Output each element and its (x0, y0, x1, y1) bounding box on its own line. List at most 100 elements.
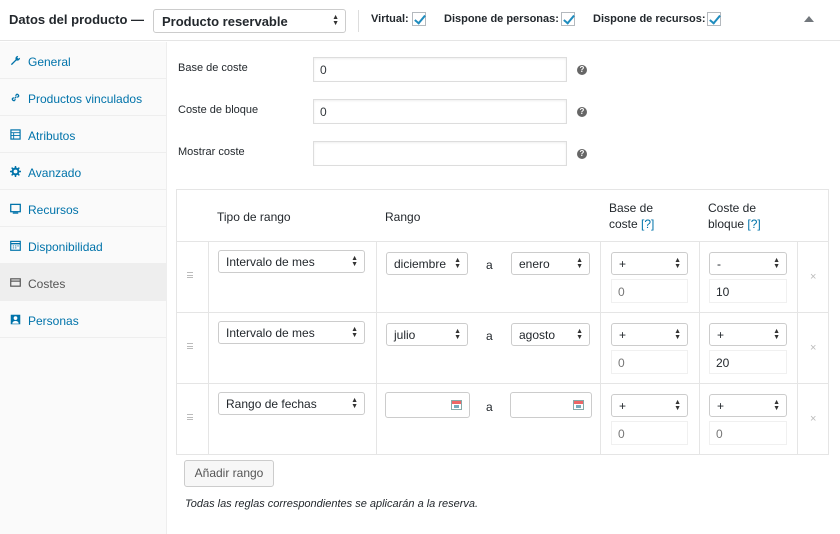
range-from-date-input[interactable] (385, 392, 470, 418)
display-cost-input[interactable] (313, 141, 567, 166)
block-op-value: + (717, 328, 725, 342)
column-divider (797, 384, 798, 455)
tab-label: Disponibilidad (28, 240, 103, 254)
select-arrows-icon: ▲ ▼ (351, 254, 358, 268)
base-op-select[interactable]: + ▲ ▼ (611, 394, 688, 417)
range-type-select[interactable]: Intervalo de mes ▲ ▼ (218, 321, 365, 344)
monitor-icon (10, 203, 21, 214)
col-header-base: Base de coste [?] (609, 200, 654, 232)
range-to-date-input[interactable] (510, 392, 592, 418)
block-cost-value-input[interactable]: 20 (709, 350, 787, 374)
range-from-value: diciembre (394, 257, 447, 271)
table-row: Intervalo de mes ▲ ▼ julio ▲ ▼ a agosto ▲ ▼ + ▲… (177, 312, 828, 384)
range-to-value: enero (519, 257, 550, 271)
product-type-value: Producto reservable (162, 14, 288, 29)
column-divider (208, 242, 209, 313)
block-cost-value-input[interactable]: 10 (709, 279, 787, 303)
range-separator: a (486, 400, 493, 414)
column-divider (600, 384, 601, 455)
tab-label: Personas (28, 314, 79, 328)
range-from-select[interactable]: julio ▲ ▼ (386, 323, 468, 346)
block-op-select[interactable]: + ▲ ▼ (709, 394, 787, 417)
header-line: Coste de (708, 201, 757, 215)
help-icon[interactable]: ? (577, 65, 587, 75)
remove-row-icon[interactable]: × (810, 342, 816, 354)
drag-handle-icon[interactable] (187, 272, 193, 278)
add-range-button[interactable]: Añadir rango (184, 460, 274, 487)
display-cost-label: Mostrar coste (178, 146, 245, 158)
block-op-select[interactable]: + ▲ ▼ (709, 323, 787, 346)
help-link[interactable]: [?] (747, 217, 760, 231)
help-link[interactable]: [?] (641, 217, 654, 231)
range-separator: a (486, 258, 493, 272)
drag-handle-icon[interactable] (187, 414, 193, 420)
header-line-with-help: coste [?] (609, 216, 654, 232)
range-type-value: Intervalo de mes (226, 326, 315, 340)
base-cost-input[interactable]: 0 (313, 57, 567, 82)
block-cost-input[interactable]: 0 (313, 99, 567, 124)
remove-row-icon[interactable]: × (810, 271, 816, 283)
base-cost-value-input[interactable]: 0 (611, 421, 688, 445)
col-header-bloque: Coste de bloque [?] (708, 200, 761, 232)
collapse-toggle-icon[interactable] (804, 16, 814, 22)
select-arrows-icon: ▲ ▼ (576, 327, 583, 341)
block-cost-value-input[interactable]: 0 (709, 421, 787, 445)
range-to-select[interactable]: agosto ▲ ▼ (511, 323, 590, 346)
base-op-select[interactable]: + ▲ ▼ (611, 323, 688, 346)
personas-checkbox[interactable] (561, 12, 575, 26)
help-icon[interactable]: ? (577, 149, 587, 159)
header-line: bloque (708, 217, 745, 231)
column-divider (797, 313, 798, 384)
table-row: Intervalo de mes ▲ ▼ diciembre ▲ ▼ a enero ▲ ▼… (177, 241, 828, 313)
remove-row-icon[interactable]: × (810, 413, 816, 425)
tab-label: Recursos (28, 203, 79, 217)
block-op-value: + (717, 399, 725, 413)
range-type-value: Intervalo de mes (226, 255, 315, 269)
select-arrows-icon: ▲ ▼ (773, 256, 780, 270)
gear-icon (10, 166, 21, 177)
range-from-select[interactable]: diciembre ▲ ▼ (386, 252, 468, 275)
tab-personas[interactable]: Personas (0, 301, 167, 338)
column-divider (600, 313, 601, 384)
range-to-select[interactable]: enero ▲ ▼ (511, 252, 590, 275)
column-divider (699, 384, 700, 455)
column-divider (376, 384, 377, 455)
base-cost-value-input[interactable]: 0 (611, 350, 688, 374)
calendar-icon (10, 240, 21, 251)
tab-label: Avanzado (28, 166, 82, 180)
tab-costes[interactable]: Costes (0, 264, 167, 301)
column-divider (208, 313, 209, 384)
tab-disponibilidad[interactable]: Disponibilidad (0, 227, 167, 264)
block-op-select[interactable]: - ▲ ▼ (709, 252, 787, 275)
base-cost-label: Base de coste (178, 62, 248, 74)
base-op-select[interactable]: + ▲ ▼ (611, 252, 688, 275)
select-arrows-icon: ▲ ▼ (674, 398, 681, 412)
rules-note: Todas las reglas correspondientes se apl… (185, 498, 479, 510)
tab-label: General (28, 55, 71, 69)
select-arrows-icon: ▲ ▼ (773, 327, 780, 341)
virtual-checkbox[interactable] (412, 12, 426, 26)
product-data-header: Datos del producto — Producto reservable… (0, 0, 840, 41)
column-divider (797, 242, 798, 313)
base-cost-value-input[interactable]: 0 (611, 279, 688, 303)
tab-general[interactable]: General (0, 42, 167, 79)
help-icon[interactable]: ? (577, 107, 587, 117)
tab-atributos[interactable]: Atributos (0, 116, 167, 153)
block-op-value: - (717, 257, 721, 271)
cost-ranges-table: Tipo de rango Rango Base de coste [?] Co… (176, 189, 829, 455)
card-icon (10, 278, 21, 287)
product-type-select[interactable]: Producto reservable ▲ ▼ (153, 9, 346, 33)
person-icon (10, 314, 21, 325)
range-type-value: Rango de fechas (226, 397, 317, 411)
tab-recursos[interactable]: Recursos (0, 190, 167, 227)
range-type-select[interactable]: Rango de fechas ▲ ▼ (218, 392, 365, 415)
drag-handle-icon[interactable] (187, 343, 193, 349)
select-arrows-icon: ▲ ▼ (454, 327, 461, 341)
tab-avanzado[interactable]: Avanzado (0, 153, 167, 190)
range-to-value: agosto (519, 328, 556, 342)
table-row: Rango de fechas ▲ ▼ a + ▲ ▼ 0 + ▲ ▼ 0 × (177, 383, 828, 455)
recursos-checkbox[interactable] (707, 12, 721, 26)
range-type-select[interactable]: Intervalo de mes ▲ ▼ (218, 250, 365, 273)
tab-productos-vinculados[interactable]: Productos vinculados (0, 79, 167, 116)
tab-label: Atributos (28, 129, 76, 143)
